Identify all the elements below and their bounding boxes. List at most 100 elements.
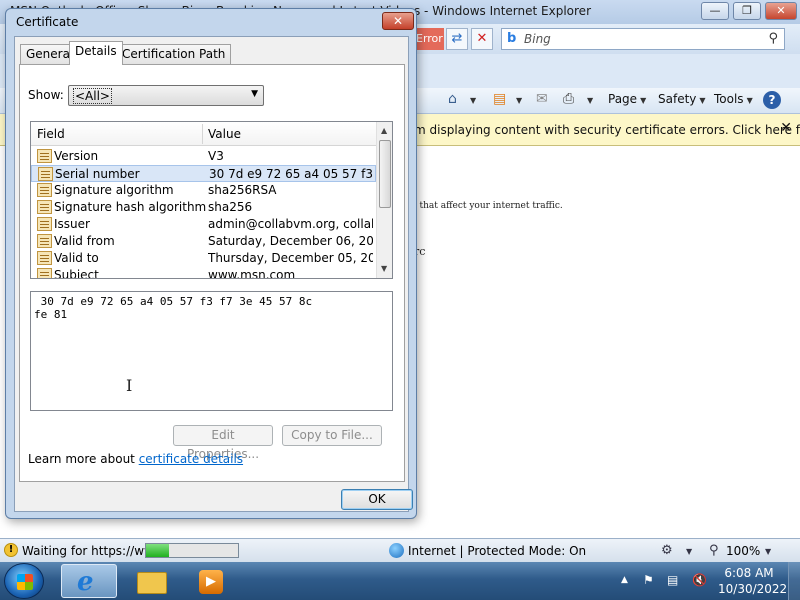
print-icon[interactable]: ⎙	[563, 91, 574, 107]
start-button[interactable]	[4, 563, 44, 599]
certificate-details-link[interactable]: certificate details	[139, 452, 243, 466]
certificate-error-button[interactable]: Error	[414, 28, 444, 50]
row-field-name: Issuer	[54, 217, 90, 231]
row-field-name: Serial number	[55, 167, 140, 181]
chevron-down-icon: ▼	[640, 96, 647, 105]
taskbar-ie-button[interactable]: e	[61, 564, 117, 598]
network-icon[interactable]: ▤	[667, 573, 678, 587]
tab-details[interactable]: Details	[69, 41, 123, 65]
warning-icon[interactable]: !	[4, 543, 18, 557]
scroll-down-icon[interactable]: ▼	[381, 264, 387, 273]
row-field-value: sha256RSA	[208, 183, 277, 197]
table-row[interactable]: Version V3	[31, 148, 376, 165]
row-field-value: www.msn.com	[208, 268, 296, 279]
certificate-field-icon	[37, 149, 52, 163]
learn-more-prefix: Learn more about	[28, 452, 139, 466]
row-field-name: Valid from	[54, 234, 115, 248]
infobar-text: m displaying content with security certi…	[414, 123, 800, 137]
certificate-field-icon	[37, 217, 52, 231]
scroll-thumb[interactable]	[379, 140, 391, 208]
tray-expand-icon[interactable]: ▲	[621, 575, 628, 585]
table-row[interactable]: Valid to Thursday, December 05, 2024...	[31, 250, 376, 267]
bing-logo-icon: b	[507, 31, 517, 46]
scroll-up-icon[interactable]: ▲	[381, 126, 387, 135]
maximize-button[interactable]: ❐	[733, 2, 761, 20]
tab-certification-path[interactable]: Certification Path	[116, 44, 232, 64]
table-row[interactable]: Signature algorithm sha256RSA	[31, 182, 376, 199]
chevron-down-icon[interactable]: ▼	[686, 547, 692, 556]
clock-date: 10/30/2022	[718, 582, 788, 596]
certificate-field-icon	[37, 200, 52, 214]
certificate-field-icon	[37, 183, 52, 197]
zoom-dropdown-icon[interactable]: ▼	[765, 547, 771, 556]
zoom-icon[interactable]: ⚲	[709, 543, 719, 558]
clock-time: 6:08 AM	[724, 566, 774, 580]
infobar-close-icon[interactable]: ✕	[780, 120, 792, 136]
row-field-value: Saturday, December 06, 2014...	[208, 234, 373, 248]
help-icon[interactable]: ?	[763, 91, 781, 109]
volume-muted-icon[interactable]: 🔇	[692, 573, 707, 587]
feeds-icon[interactable]: ▤	[493, 91, 506, 107]
field-value-textbox[interactable]: 30 7d e9 72 65 a4 05 57 f3 f7 3e 45 57 8…	[30, 291, 393, 411]
chevron-down-icon: ▼	[251, 89, 258, 99]
edit-properties-button[interactable]: Edit Properties...	[173, 425, 273, 461]
row-field-value: 30 7d e9 72 65 a4 05 57 f3 f7 ...	[209, 167, 374, 181]
print-dropdown-icon[interactable]: ▼	[587, 96, 593, 105]
row-field-value: Thursday, December 05, 2024...	[208, 251, 373, 265]
list-scrollbar[interactable]: ▲ ▼	[376, 122, 392, 278]
zoom-level[interactable]: 100%	[726, 544, 760, 558]
close-icon: ✕	[392, 14, 404, 28]
content-text: s that affect your internet traffic.	[412, 201, 563, 211]
search-box[interactable]: b Bing ⚲	[501, 28, 785, 50]
windows-logo-icon	[17, 574, 33, 590]
list-header: Field Value	[31, 122, 376, 146]
dialog-title: Certificate	[16, 15, 79, 29]
feeds-dropdown-icon[interactable]: ▼	[516, 96, 522, 105]
mail-icon[interactable]: ✉	[536, 91, 548, 107]
stop-button[interactable]: ✕	[471, 28, 493, 50]
dialog-close-button[interactable]: ✕	[382, 12, 414, 30]
taskbar-media-player-button[interactable]: ▶	[183, 564, 239, 598]
tools-menu[interactable]: Tools ▼	[714, 92, 753, 106]
page-menu[interactable]: Page ▼	[608, 92, 646, 106]
system-clock[interactable]: 6:08 AM 10/30/2022	[718, 565, 788, 597]
copy-to-file-button[interactable]: Copy to File...	[282, 425, 382, 446]
status-text: Waiting for https://ww	[22, 544, 154, 558]
internet-zone-icon	[389, 543, 404, 558]
refresh-button[interactable]: ⇄	[446, 28, 468, 50]
mouse-cursor-ibeam-icon: I	[126, 376, 133, 395]
table-row[interactable]: Valid from Saturday, December 06, 2014...	[31, 233, 376, 250]
taskbar-explorer-button[interactable]	[123, 564, 179, 598]
table-row[interactable]: Issuer admin@collabvm.org, collabne...	[31, 216, 376, 233]
show-dropdown-value: <All>	[73, 88, 112, 104]
certificate-field-list[interactable]: Field Value Version V3 Serial number 30 7d …	[30, 121, 393, 279]
protected-mode-icon[interactable]: ⚙	[661, 543, 673, 558]
search-placeholder: Bing	[524, 32, 551, 46]
page-menu-label: Page	[608, 92, 638, 106]
table-row[interactable]: Serial number 30 7d e9 72 65 a4 05 57 f3 …	[31, 165, 376, 182]
action-center-flag-icon[interactable]: ⚑	[643, 573, 654, 587]
zone-text[interactable]: Internet | Protected Mode: On	[408, 544, 586, 558]
close-button[interactable]: ✕	[765, 2, 797, 20]
row-field-value: V3	[208, 149, 224, 163]
certificate-field-icon	[37, 234, 52, 248]
table-row[interactable]: Signature hash algorithm sha256	[31, 199, 376, 216]
show-desktop-button[interactable]	[788, 562, 800, 600]
media-player-icon: ▶	[199, 570, 223, 594]
row-field-value: admin@collabvm.org, collabne...	[208, 217, 373, 231]
safety-menu[interactable]: Safety ▼	[658, 92, 706, 106]
taskbar: e ▶ ▲ ⚑ ▤ 🔇 6:08 AM 10/30/2022	[0, 562, 800, 600]
column-header-field[interactable]: Field	[37, 127, 65, 141]
show-dropdown[interactable]: <All> ▼	[68, 85, 264, 106]
internet-explorer-icon: e	[77, 567, 94, 597]
search-icon[interactable]: ⚲	[768, 31, 778, 46]
home-dropdown-icon[interactable]: ▼	[470, 96, 476, 105]
home-icon[interactable]: ⌂	[448, 91, 457, 107]
column-header-value[interactable]: Value	[208, 127, 241, 141]
column-divider[interactable]	[202, 124, 203, 144]
ok-button[interactable]: OK	[341, 489, 413, 510]
minimize-button[interactable]: —	[701, 2, 729, 20]
details-panel: Show: <All> ▼ Field Value Version V3 Seria…	[19, 64, 405, 482]
field-value-text[interactable]: 30 7d e9 72 65 a4 05 57 f3 f7 3e 45 57 8…	[34, 295, 384, 321]
table-row[interactable]: Subject www.msn.com	[31, 267, 376, 279]
